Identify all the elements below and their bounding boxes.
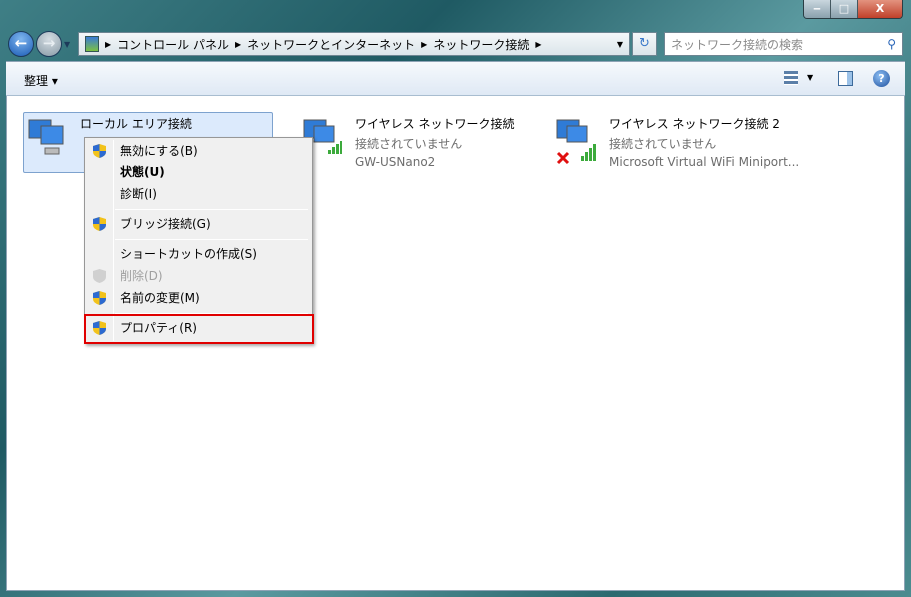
back-button[interactable]: ← xyxy=(8,31,34,57)
connection-device: GW-USNano2 xyxy=(355,155,436,169)
menu-item-disable[interactable]: 無効にする(B) xyxy=(87,140,310,162)
menu-item-bridge[interactable]: ブリッジ接続(G) xyxy=(87,213,310,235)
menu-item-rename[interactable]: 名前の変更(M) xyxy=(87,287,310,309)
refresh-button[interactable]: ↻ xyxy=(632,32,657,56)
help-icon[interactable]: ? xyxy=(873,70,890,87)
menu-item-delete: 削除(D) xyxy=(87,265,310,287)
breadcrumb-item[interactable]: ネットワークとインターネット xyxy=(247,36,415,53)
breadcrumb-item[interactable]: ネットワーク接続 xyxy=(433,36,529,53)
connection-name: ローカル エリア接続 xyxy=(80,117,192,131)
recent-pages-chevron-icon[interactable]: ▼ xyxy=(64,40,70,49)
wired-network-icon xyxy=(28,119,64,155)
breadcrumb-arrow-icon: ▶ xyxy=(234,39,242,49)
uac-shield-icon xyxy=(93,217,106,231)
search-input[interactable]: ネットワーク接続の検索 ⚲ xyxy=(664,32,903,56)
connection-name: ワイヤレス ネットワーク接続 xyxy=(355,117,515,131)
address-dropdown-icon[interactable]: ▼ xyxy=(617,40,623,49)
preview-pane-icon[interactable] xyxy=(838,71,853,86)
organize-button[interactable]: 整理 ▾ xyxy=(24,72,58,89)
connection-name: ワイヤレス ネットワーク接続 2 xyxy=(609,117,780,131)
breadcrumb-arrow-icon: ▶ xyxy=(105,39,112,49)
refresh-icon: ↻ xyxy=(639,36,650,51)
breadcrumb-item[interactable]: コントロール パネル xyxy=(117,36,229,53)
close-button[interactable]: X xyxy=(857,0,902,18)
uac-shield-icon xyxy=(93,144,106,158)
connection-status: 接続されていません xyxy=(355,137,463,151)
search-placeholder: ネットワーク接続の検索 xyxy=(671,37,804,52)
connection-device: Microsoft Virtual WiFi Miniport... xyxy=(609,155,800,169)
toolbar: 整理 ▾ ▼ ? xyxy=(6,61,905,96)
view-dropdown-icon[interactable]: ▼ xyxy=(807,73,813,82)
control-panel-icon xyxy=(85,36,99,52)
uac-shield-icon xyxy=(93,291,106,305)
context-menu: 無効にする(B) 状態(U) 診断(I) ブリッジ接続(G) ショートカットの作… xyxy=(84,137,313,344)
wireless-network-icon xyxy=(556,119,596,165)
connection-status: 接続されていません xyxy=(609,137,717,151)
maximize-button[interactable]: □ xyxy=(830,0,858,18)
caption-buttons: ‒ □ X xyxy=(803,0,903,19)
minimize-button[interactable]: ‒ xyxy=(804,0,831,18)
uac-shield-icon xyxy=(93,269,106,283)
menu-item-status[interactable]: 状態(U) xyxy=(87,161,310,183)
breadcrumb-arrow-icon: ▶ xyxy=(535,39,542,49)
menu-item-create-shortcut[interactable]: ショートカットの作成(S) xyxy=(87,243,310,265)
properties-highlight-box xyxy=(84,314,314,344)
forward-button[interactable]: → xyxy=(36,31,62,57)
address-bar[interactable]: ▶ コントロール パネル ▶ ネットワークとインターネット ▶ ネットワーク接続… xyxy=(78,32,630,56)
search-icon[interactable]: ⚲ xyxy=(887,37,896,51)
view-options-icon[interactable] xyxy=(784,71,798,85)
menu-item-diagnose[interactable]: 診断(I) xyxy=(87,183,310,205)
breadcrumb-arrow-icon: ▶ xyxy=(421,39,428,49)
